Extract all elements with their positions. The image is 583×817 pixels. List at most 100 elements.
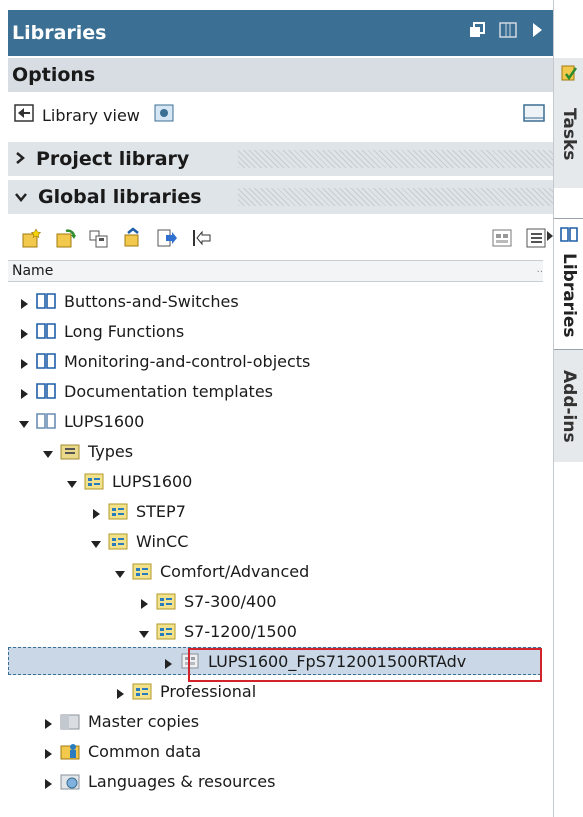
library-book-icon bbox=[36, 321, 56, 341]
libraries-book-icon bbox=[559, 225, 579, 247]
library-tree: Buttons-and-Switches Long Functions Monito… bbox=[8, 286, 553, 796]
tab-tasks-label: Tasks bbox=[559, 107, 579, 161]
tab-add-ins-label: Add-ins bbox=[559, 369, 579, 443]
expand-triangle-right-icon[interactable] bbox=[18, 355, 30, 369]
expand-triangle-right-icon[interactable] bbox=[18, 295, 30, 309]
project-library-header[interactable]: Project library bbox=[8, 142, 553, 176]
open-library-icon[interactable] bbox=[54, 227, 76, 249]
expand-triangle-right-icon[interactable] bbox=[162, 655, 174, 669]
expand-triangle-down-icon[interactable] bbox=[114, 565, 126, 578]
panel-title: Libraries bbox=[12, 22, 107, 44]
tab-libraries[interactable]: Libraries bbox=[554, 218, 583, 350]
collapse-panel-icon[interactable] bbox=[531, 22, 543, 42]
tree-item[interactable]: Comfort/Advanced bbox=[8, 556, 553, 586]
global-libraries-header[interactable]: Global libraries bbox=[8, 180, 553, 214]
tree-item-label: Long Functions bbox=[64, 321, 185, 341]
header-hatch bbox=[238, 188, 553, 206]
tree-item-label: LUPS1600 bbox=[112, 471, 193, 491]
tree-item[interactable]: Monitoring-and-control-objects bbox=[8, 346, 553, 376]
expand-triangle-down-icon[interactable] bbox=[42, 445, 54, 458]
tree-item[interactable]: S7-1200/1500 bbox=[8, 616, 553, 646]
export-library-icon[interactable] bbox=[156, 227, 178, 249]
tree-item-label: S7-300/400 bbox=[184, 591, 277, 611]
tree-item-label: Types bbox=[88, 441, 134, 461]
library-view-label[interactable]: Library view bbox=[42, 106, 140, 125]
name-column-header[interactable]: Name .. bbox=[8, 260, 543, 282]
tree-item[interactable]: Buttons-and-Switches bbox=[8, 286, 553, 316]
chevron-down-icon bbox=[14, 186, 28, 208]
tree-item[interactable]: Languages & resources bbox=[8, 766, 553, 796]
expand-triangle-right-icon[interactable] bbox=[18, 385, 30, 399]
type-group-folder-icon bbox=[156, 621, 176, 641]
tree-item-label: STEP7 bbox=[136, 501, 186, 521]
tree-item[interactable]: Master copies bbox=[8, 706, 553, 736]
library-view-panel-icon[interactable] bbox=[523, 104, 545, 126]
save-library-icon[interactable] bbox=[88, 227, 110, 249]
task-cards-sidebar: Tasks Libraries Add-ins bbox=[553, 0, 583, 817]
tree-item-label: Languages & resources bbox=[88, 771, 276, 791]
tree-item[interactable]: LUPS1600 bbox=[8, 466, 553, 496]
tree-item-label: Monitoring-and-control-objects bbox=[64, 351, 311, 371]
expand-triangle-down-icon[interactable] bbox=[90, 535, 102, 548]
selected-item-highlight bbox=[188, 648, 542, 682]
tasks-icon bbox=[560, 64, 578, 86]
expand-triangle-right-icon[interactable] bbox=[18, 325, 30, 339]
global-libraries-label: Global libraries bbox=[38, 186, 202, 208]
tree-item-label: Professional bbox=[160, 681, 257, 701]
library-view-row: Library view bbox=[8, 96, 553, 134]
close-library-icon[interactable] bbox=[190, 227, 212, 249]
tab-add-ins[interactable]: Add-ins bbox=[554, 350, 583, 462]
library-management-icon[interactable] bbox=[154, 104, 174, 126]
expand-triangle-right-icon[interactable] bbox=[90, 505, 102, 519]
type-group-folder-icon bbox=[108, 531, 128, 551]
expand-triangle-right-icon[interactable] bbox=[42, 775, 54, 789]
global-libraries-toolbar bbox=[8, 218, 553, 258]
tab-libraries-label: Libraries bbox=[559, 252, 579, 338]
type-group-folder-icon bbox=[84, 471, 104, 491]
expand-triangle-right-icon[interactable] bbox=[42, 715, 54, 729]
split-view-icon[interactable] bbox=[499, 22, 517, 42]
library-view-toggle-icon[interactable] bbox=[14, 104, 34, 126]
type-group-folder-icon bbox=[156, 591, 176, 611]
type-group-folder-icon bbox=[132, 681, 152, 701]
tree-item[interactable]: S7-300/400 bbox=[8, 586, 553, 616]
library-book-gray-icon bbox=[36, 411, 56, 431]
types-folder-icon bbox=[60, 441, 80, 461]
expand-triangle-right-icon[interactable] bbox=[138, 595, 150, 609]
float-window-icon[interactable] bbox=[469, 22, 485, 42]
tree-item-label: Master copies bbox=[88, 711, 200, 731]
library-properties-icon[interactable] bbox=[491, 227, 513, 249]
tree-item-label: S7-1200/1500 bbox=[184, 621, 297, 641]
header-hatch bbox=[238, 150, 553, 168]
options-header[interactable]: Options bbox=[8, 58, 553, 92]
master-copies-folder-icon bbox=[60, 711, 80, 731]
expand-triangle-down-icon[interactable] bbox=[66, 475, 78, 488]
details-view-icon[interactable] bbox=[525, 227, 547, 249]
tree-item[interactable]: Documentation templates bbox=[8, 376, 553, 406]
update-library-icon[interactable] bbox=[122, 227, 144, 249]
expand-triangle-right-icon[interactable] bbox=[42, 745, 54, 759]
chevron-right-icon bbox=[14, 148, 26, 170]
expand-triangle-down-icon[interactable] bbox=[138, 625, 150, 638]
type-group-folder-icon bbox=[132, 561, 152, 581]
tree-item-label: Buttons-and-Switches bbox=[64, 291, 239, 311]
expand-triangle-down-icon[interactable] bbox=[18, 415, 30, 428]
tree-item[interactable]: STEP7 bbox=[8, 496, 553, 526]
library-book-icon bbox=[36, 381, 56, 401]
tree-item[interactable]: Long Functions bbox=[8, 316, 553, 346]
column-resize-handle[interactable]: .. bbox=[537, 264, 543, 275]
create-library-icon[interactable] bbox=[20, 227, 42, 249]
tree-item[interactable]: WinCC bbox=[8, 526, 553, 556]
tree-item[interactable]: LUPS1600 bbox=[8, 406, 553, 436]
tree-item-label: Common data bbox=[88, 741, 202, 761]
tree-item-label: Comfort/Advanced bbox=[160, 561, 310, 581]
tree-item[interactable]: Common data bbox=[8, 736, 553, 766]
expand-triangle-right-icon[interactable] bbox=[114, 685, 126, 699]
tree-item-label: Documentation templates bbox=[64, 381, 273, 401]
type-group-folder-icon bbox=[108, 501, 128, 521]
libraries-title-bar: Libraries bbox=[8, 10, 553, 56]
options-label: Options bbox=[12, 64, 96, 86]
project-library-label: Project library bbox=[36, 148, 190, 170]
tab-tasks[interactable]: Tasks bbox=[554, 58, 583, 188]
tree-item[interactable]: Types bbox=[8, 436, 553, 466]
